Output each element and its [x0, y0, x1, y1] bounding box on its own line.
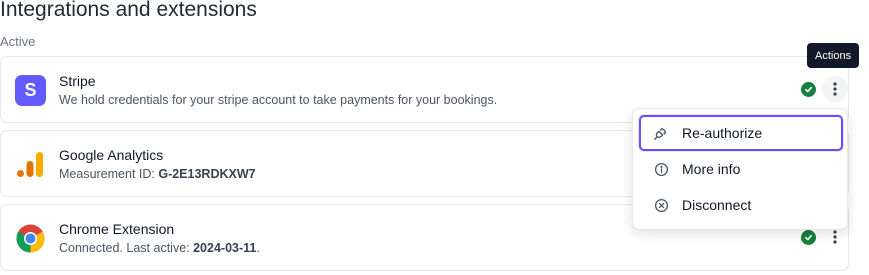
chrome-logo [15, 223, 46, 254]
actions-menu: Re-authorize More info Disconnect [632, 108, 848, 230]
menu-item-label: More info [682, 161, 741, 177]
menu-item-re-authorize[interactable]: Re-authorize [639, 115, 843, 151]
check-circle-icon [801, 82, 816, 97]
check-circle-icon [801, 230, 816, 245]
actions-kebab-button[interactable] [822, 76, 848, 102]
menu-item-label: Disconnect [682, 197, 752, 213]
integration-description: Measurement ID: G-2E13RDKXW7 [59, 167, 256, 181]
integration-title: Google Analytics [59, 147, 164, 163]
integration-title: Chrome Extension [59, 221, 175, 237]
integration-title: Stripe [59, 73, 96, 89]
plug-icon [653, 125, 669, 141]
x-circle-icon [653, 197, 669, 213]
actions-tooltip: Actions [807, 43, 860, 68]
menu-item-more-info[interactable]: More info [639, 151, 843, 187]
description-prefix: Measurement ID: [59, 167, 159, 181]
last-active-date: 2024-03-11 [193, 241, 257, 255]
kebab-icon [833, 230, 837, 244]
integration-description: We hold credentials for your stripe acco… [59, 93, 498, 107]
stripe-logo-letter: S [24, 80, 37, 100]
description-suffix: . [256, 241, 260, 255]
menu-item-label: Re-authorize [682, 125, 763, 141]
google-analytics-logo [15, 149, 46, 180]
section-label-active: Active [0, 34, 36, 49]
description-prefix: Connected. Last active: [59, 241, 194, 255]
measurement-id: G-2E13RDKXW7 [158, 167, 256, 181]
menu-item-disconnect[interactable]: Disconnect [639, 187, 843, 223]
page-title: Integrations and extensions [0, 0, 257, 21]
integration-description: Connected. Last active: 2024-03-11. [59, 241, 260, 255]
kebab-icon [833, 82, 837, 96]
stripe-logo: S [15, 75, 46, 106]
info-circle-icon [653, 161, 669, 177]
